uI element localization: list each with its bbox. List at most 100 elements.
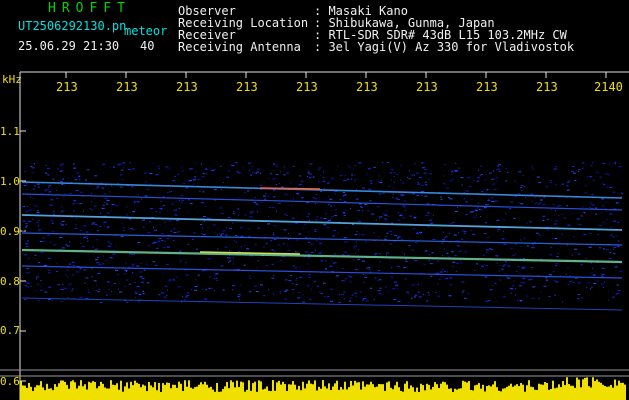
noise-speck [545, 279, 548, 281]
noise-speck [89, 207, 91, 209]
noise-speck [344, 251, 348, 253]
noise-speck [185, 187, 189, 189]
signal-bar [202, 384, 204, 400]
noise-speck [229, 227, 233, 229]
noise-speck [119, 186, 123, 188]
noise-speck [194, 176, 197, 178]
noise-speck [443, 231, 445, 233]
noise-speck [129, 253, 133, 255]
noise-speck [80, 243, 82, 245]
signal-bar [462, 380, 464, 400]
noise-speck [453, 221, 455, 223]
noise-speck [421, 190, 425, 192]
noise-speck [284, 193, 288, 195]
noise-speck [268, 178, 270, 180]
noise-speck [471, 198, 473, 200]
noise-speck [609, 252, 612, 254]
noise-speck [268, 216, 270, 218]
signal-bar [316, 390, 318, 400]
noise-speck [146, 229, 148, 231]
noise-speck [59, 164, 62, 166]
noise-speck [515, 243, 518, 245]
noise-speck [60, 211, 62, 213]
signal-bar [138, 383, 140, 400]
noise-speck [561, 233, 564, 235]
noise-speck [355, 252, 357, 254]
noise-speck [202, 216, 206, 218]
signal-bar [98, 386, 100, 400]
noise-speck [571, 254, 573, 256]
noise-speck [365, 296, 367, 298]
noise-speck [452, 265, 454, 267]
noise-speck [565, 274, 567, 276]
noise-speck [136, 286, 140, 288]
noise-speck [174, 175, 176, 177]
noise-speck [311, 163, 313, 165]
signal-bar [578, 379, 580, 400]
noise-speck [502, 265, 505, 267]
noise-speck [386, 232, 389, 234]
signal-bar [40, 381, 42, 400]
noise-speck [177, 174, 180, 176]
signal-bar [82, 386, 84, 400]
signal-bar [186, 386, 188, 400]
noise-speck [114, 269, 118, 271]
noise-speck [215, 277, 217, 279]
noise-speck [229, 250, 231, 252]
noise-speck [73, 200, 77, 202]
noise-speck [415, 233, 419, 235]
noise-speck [349, 276, 353, 278]
noise-speck [57, 168, 60, 170]
noise-speck [285, 279, 288, 281]
signal-bar [100, 381, 102, 400]
noise-speck [136, 265, 140, 267]
noise-speck [24, 171, 27, 173]
noise-speck [491, 178, 494, 180]
noise-speck [284, 290, 287, 292]
noise-speck [619, 270, 623, 272]
noise-speck [222, 289, 225, 291]
noise-speck [452, 178, 454, 180]
signal-bar [148, 382, 150, 400]
noise-speck [35, 290, 37, 292]
noise-speck [326, 295, 330, 297]
noise-speck [499, 279, 501, 281]
signal-bar [212, 389, 214, 400]
noise-speck [205, 173, 208, 175]
noise-speck [286, 172, 290, 174]
signal-bar [122, 391, 124, 400]
noise-speck [162, 206, 164, 208]
noise-speck [308, 276, 311, 278]
noise-speck [32, 172, 34, 174]
noise-speck [548, 295, 551, 297]
noise-speck [285, 236, 287, 238]
signal-bar [366, 384, 368, 400]
signal-bar [450, 388, 452, 400]
noise-speck [254, 196, 256, 198]
noise-speck [414, 294, 418, 296]
noise-speck [171, 203, 175, 205]
noise-speck [83, 224, 85, 226]
noise-speck [162, 273, 164, 275]
noise-speck [283, 166, 285, 168]
noise-speck [583, 234, 587, 236]
noise-speck [522, 278, 526, 280]
noise-speck [163, 221, 166, 223]
noise-speck [416, 231, 418, 233]
noise-speck [170, 229, 172, 231]
noise-speck [572, 213, 574, 215]
noise-speck [36, 183, 40, 185]
noise-speck [248, 228, 250, 230]
noise-speck [235, 241, 237, 243]
noise-speck [220, 212, 224, 214]
noise-speck [32, 218, 34, 220]
noise-speck [545, 277, 548, 279]
noise-speck [173, 209, 176, 211]
noise-speck [550, 180, 552, 182]
noise-speck [416, 284, 418, 286]
noise-speck [499, 264, 501, 266]
noise-speck [93, 188, 95, 190]
noise-speck [382, 243, 384, 245]
signal-bar [42, 387, 44, 400]
noise-speck [314, 249, 316, 251]
